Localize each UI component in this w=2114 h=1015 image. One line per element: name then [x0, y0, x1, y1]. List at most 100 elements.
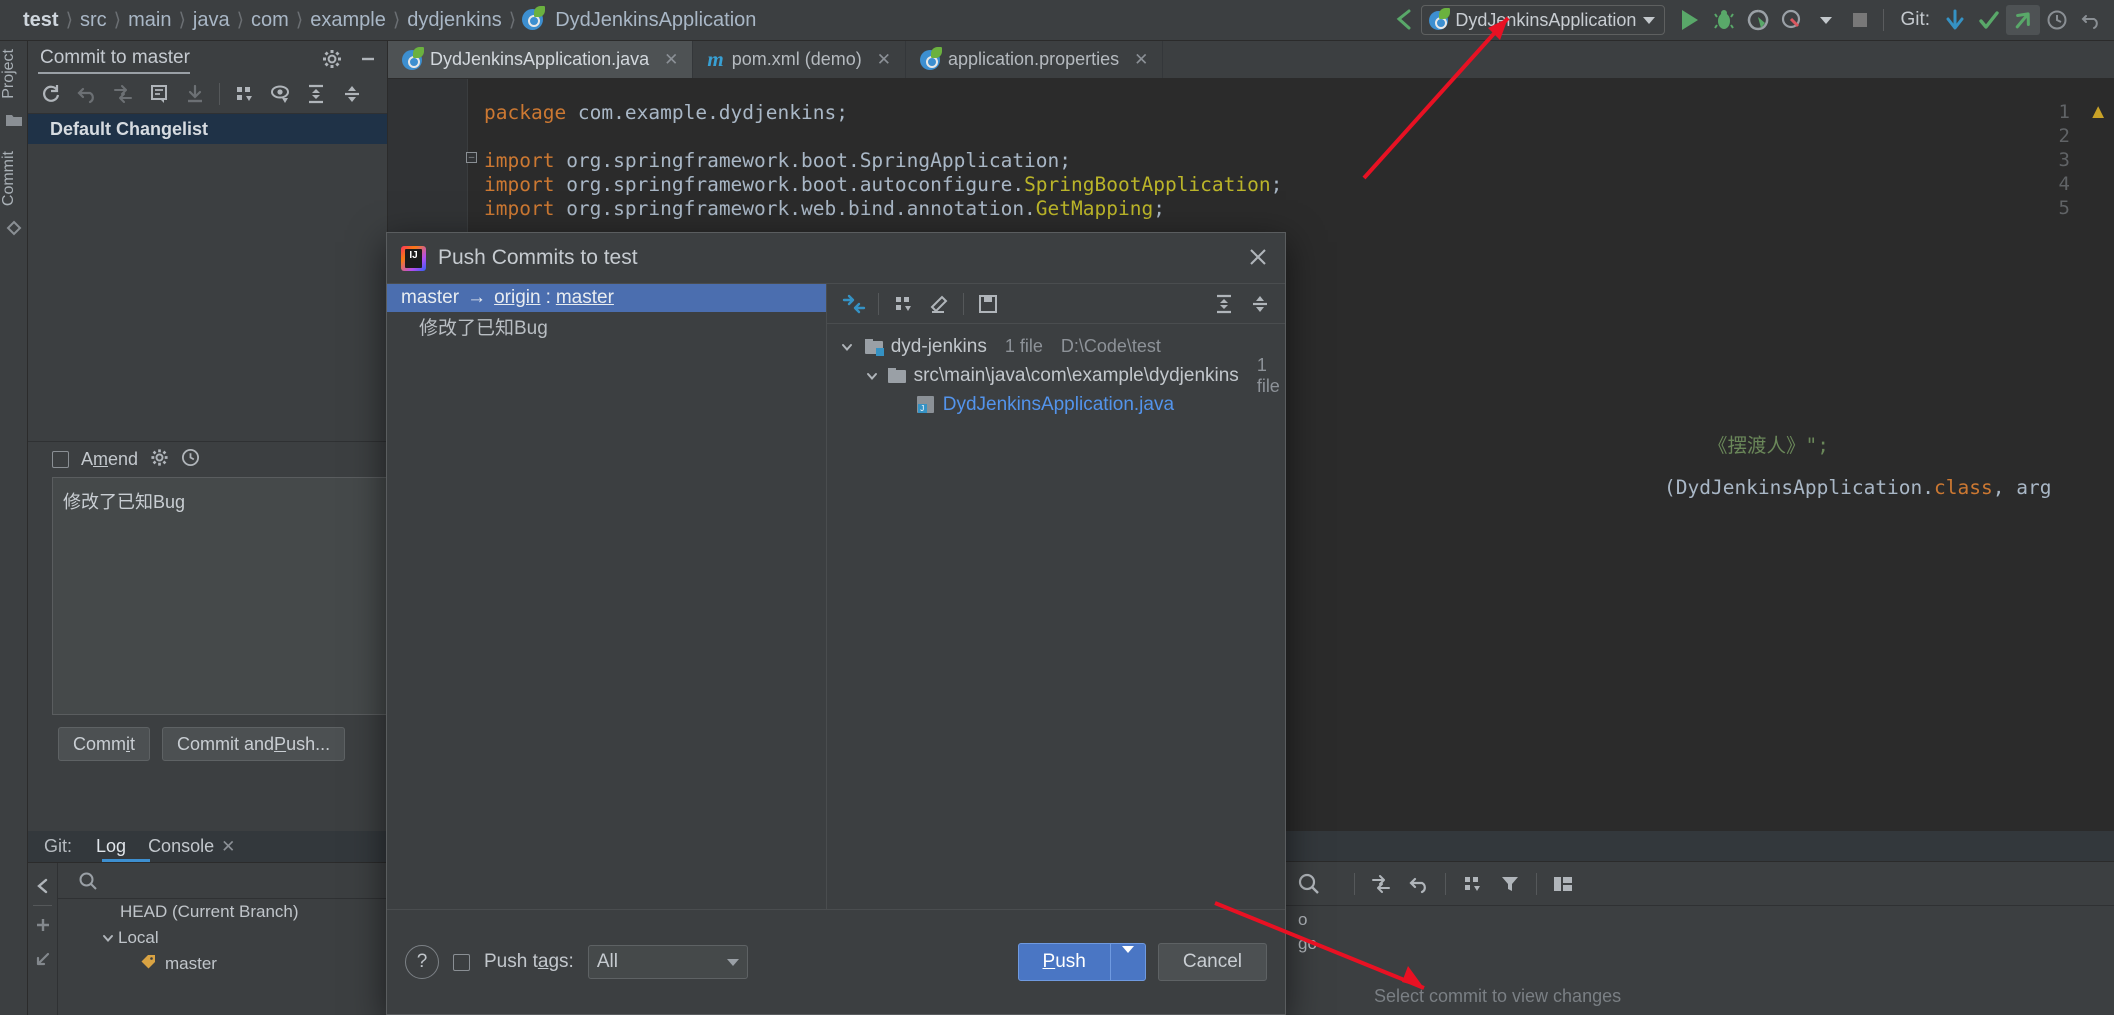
amend-label[interactable]: Amend	[81, 449, 138, 470]
refresh-icon[interactable]	[34, 78, 68, 110]
close-icon[interactable]: ✕	[664, 50, 678, 70]
breadcrumb-separator: ⟩	[178, 9, 186, 31]
code-fold-icon[interactable]: –	[466, 152, 477, 163]
history-icon[interactable]	[181, 448, 200, 472]
debug-icon[interactable]	[1707, 5, 1741, 35]
chevron-down-icon[interactable]	[1809, 5, 1843, 35]
breadcrumb-item-test[interactable]: test	[16, 9, 66, 32]
run-configuration-selector[interactable]: DydJenkinsApplication	[1421, 5, 1666, 35]
amend-checkbox[interactable]	[52, 451, 69, 468]
tree-row-local[interactable]: Local	[58, 925, 388, 951]
collapse-left-icon[interactable]	[28, 869, 57, 903]
close-icon[interactable]: ✕	[877, 50, 891, 70]
tab-dydjenkinsapplication-java[interactable]: DydJenkinsApplication.java ✕	[388, 41, 694, 78]
expand-all-icon[interactable]	[1207, 288, 1241, 320]
group-by-icon[interactable]	[227, 78, 261, 110]
show-diff-icon[interactable]	[142, 78, 176, 110]
minimize-icon[interactable]	[351, 43, 385, 75]
collapse-all-icon[interactable]	[1243, 288, 1277, 320]
stop-icon[interactable]	[1843, 5, 1877, 35]
save-icon[interactable]	[971, 288, 1005, 320]
tree-row-head[interactable]: HEAD (Current Branch)	[58, 899, 388, 925]
file-tree-row-module[interactable]: dyd-jenkins 1 file D:\Code\test	[827, 332, 1285, 361]
tab-pom-xml[interactable]: m pom.xml (demo) ✕	[693, 41, 906, 78]
changed-files-panel: dyd-jenkins 1 file D:\Code\test src\main…	[826, 284, 1285, 909]
filter-icon[interactable]	[1493, 868, 1527, 900]
collapse-arrows-icon[interactable]	[837, 288, 871, 320]
close-icon[interactable]: ✕	[221, 837, 235, 857]
code-line: import org.springframework.boot.SpringAp…	[484, 149, 1072, 172]
breadcrumb-item-com[interactable]: com	[244, 9, 296, 32]
run-with-coverage-icon[interactable]	[1741, 5, 1775, 35]
commit-message-input[interactable]: 修改了已知Bug	[52, 477, 388, 715]
gear-icon[interactable]	[150, 448, 169, 472]
sidebar-item-commit[interactable]: Commit	[0, 143, 18, 214]
chevron-down-icon[interactable]	[1111, 946, 1145, 971]
dialog-body: master → origin : master 修改了已知Bug dyd-je…	[387, 283, 1285, 909]
commit-row[interactable]: 修改了已知Bug	[387, 312, 826, 340]
push-target-branch[interactable]: master	[556, 287, 614, 308]
tab-commit-to-master[interactable]: Commit to master	[28, 42, 202, 74]
breadcrumb-item-src[interactable]: src	[73, 9, 114, 32]
git-tool-window: Git: Log Console ✕ HEAD (Current Branch)…	[28, 831, 388, 1015]
rollback-icon[interactable]	[1402, 868, 1436, 900]
sidebar-item-project[interactable]: Project	[0, 41, 18, 107]
shelve-icon[interactable]	[106, 78, 140, 110]
left-tool-stripe: Project Commit	[0, 41, 28, 1015]
commit-icon[interactable]	[1972, 5, 2006, 35]
collapse-all-icon[interactable]	[335, 78, 369, 110]
file-tree-row-package[interactable]: src\main\java\com\example\dydjenkins 1 f…	[827, 355, 1285, 396]
chevron-down-icon[interactable]	[98, 931, 118, 945]
breadcrumb: test ⟩ src ⟩ main ⟩ java ⟩ com ⟩ example…	[0, 6, 763, 32]
layout-icon[interactable]	[1546, 868, 1580, 900]
group-by-icon[interactable]	[1455, 868, 1489, 900]
commit-button[interactable]: Comm i t	[58, 727, 151, 761]
profiler-icon[interactable]	[1775, 5, 1809, 35]
tab-application-properties[interactable]: application.properties ✕	[906, 41, 1164, 78]
back-arrow-icon[interactable]	[1387, 5, 1421, 35]
tab-console[interactable]: Console ✕	[138, 831, 245, 862]
tab-underline	[38, 72, 190, 74]
update-project-icon[interactable]	[1938, 5, 1972, 35]
preview-icon[interactable]	[263, 78, 297, 110]
close-icon[interactable]	[1247, 246, 1269, 273]
push-target-row[interactable]: master → origin : master	[387, 284, 826, 312]
tab-log[interactable]: Log	[86, 831, 136, 862]
shelve-icon[interactable]	[1364, 868, 1398, 900]
commit-and-push-button[interactable]: Commit and Push...	[162, 727, 346, 761]
breadcrumb-item-example[interactable]: example	[303, 9, 393, 32]
run-icon[interactable]	[1673, 5, 1707, 35]
tree-row-label: Local	[118, 928, 159, 947]
breadcrumb-item-class[interactable]: DydJenkinsApplication	[548, 9, 763, 32]
search-icon[interactable]	[1292, 868, 1326, 900]
help-button[interactable]: ?	[405, 945, 439, 979]
checkout-icon[interactable]	[28, 942, 57, 976]
push-button[interactable]: Push	[1017, 943, 1146, 981]
git-search-row[interactable]	[58, 863, 388, 899]
spring-icon	[402, 46, 424, 70]
chevron-down-icon[interactable]	[865, 369, 880, 383]
add-icon[interactable]	[28, 908, 57, 942]
rollback-icon[interactable]	[2074, 5, 2108, 35]
warning-indicator-icon[interactable]: ▲	[2088, 101, 2108, 124]
tree-row-master[interactable]: master	[58, 951, 388, 977]
push-remote[interactable]: origin	[494, 287, 540, 308]
group-by-icon[interactable]	[886, 288, 920, 320]
file-tree-row-file[interactable]: DydJenkinsApplication.java	[827, 390, 1285, 419]
close-icon[interactable]: ✕	[1134, 50, 1148, 70]
cancel-button[interactable]: Cancel	[1157, 943, 1267, 981]
edit-icon[interactable]	[922, 288, 956, 320]
download-icon[interactable]	[178, 78, 212, 110]
gear-icon[interactable]	[315, 43, 349, 75]
history-icon[interactable]	[2040, 5, 2074, 35]
breadcrumb-item-main[interactable]: main	[121, 9, 178, 32]
default-changelist-row[interactable]: Default Changelist	[28, 114, 387, 144]
breadcrumb-item-dydjenkins[interactable]: dydjenkins	[400, 9, 509, 32]
breadcrumb-item-java[interactable]: java	[186, 9, 237, 32]
push-tags-select[interactable]: All	[587, 945, 748, 979]
push-tags-checkbox[interactable]	[453, 953, 470, 971]
rollback-icon[interactable]	[70, 78, 104, 110]
chevron-down-icon[interactable]	[837, 340, 857, 354]
expand-all-icon[interactable]	[299, 78, 333, 110]
push-icon[interactable]	[2006, 5, 2040, 35]
